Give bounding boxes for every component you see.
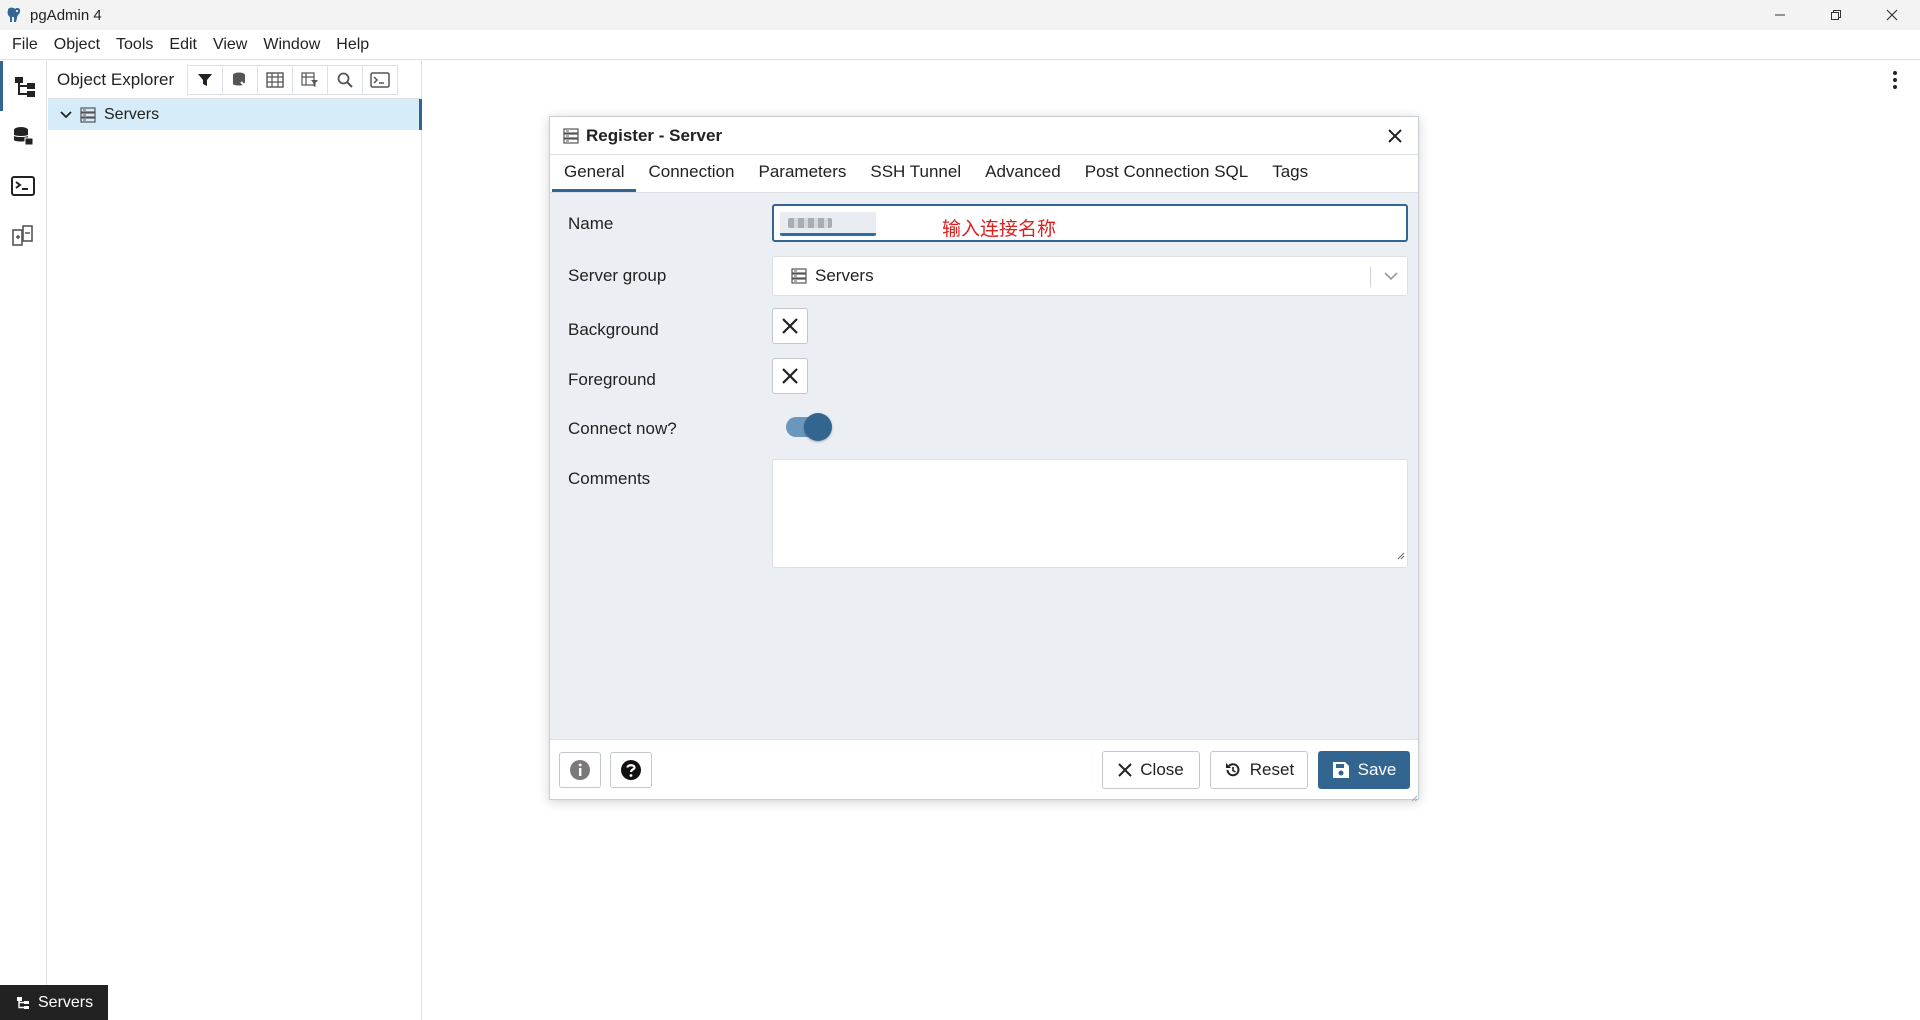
dialog-footer: Close Reset Save bbox=[550, 739, 1418, 799]
close-icon bbox=[1118, 763, 1132, 777]
title-bar: pgAdmin 4 bbox=[0, 0, 1920, 30]
filtered-rows-button[interactable] bbox=[292, 64, 329, 95]
close-button[interactable]: Close bbox=[1102, 751, 1200, 789]
save-button[interactable]: Save bbox=[1318, 751, 1410, 789]
tree-hierarchy-icon bbox=[17, 996, 29, 1009]
server-group-icon bbox=[791, 268, 807, 284]
tree-node-servers[interactable]: Servers bbox=[48, 99, 422, 130]
tab-parameters[interactable]: Parameters bbox=[747, 155, 859, 192]
object-explorer-title: Object Explorer bbox=[57, 69, 175, 89]
menu-bar: File Object Tools Edit View Window Help bbox=[0, 30, 1920, 60]
reset-button[interactable]: Reset bbox=[1210, 751, 1308, 789]
servers-status-tab[interactable]: Servers bbox=[0, 985, 108, 1020]
elephant-logo-icon bbox=[4, 5, 24, 25]
close-icon[interactable] bbox=[1384, 125, 1406, 147]
table-icon bbox=[266, 71, 284, 88]
server-group-icon bbox=[80, 106, 98, 123]
query-tool[interactable] bbox=[0, 111, 46, 161]
background-color-picker[interactable] bbox=[772, 308, 808, 344]
tab-ssh-tunnel[interactable]: SSH Tunnel bbox=[858, 155, 973, 192]
close-button-label: Close bbox=[1140, 760, 1184, 779]
tree-hierarchy-icon bbox=[14, 77, 35, 97]
menu-edit[interactable]: Edit bbox=[165, 36, 201, 54]
name-field[interactable]: 输入连接名称 bbox=[772, 204, 1408, 242]
database-query-icon bbox=[233, 72, 248, 89]
foreground-label: Foreground bbox=[568, 370, 656, 389]
activity-bar bbox=[0, 61, 47, 1020]
filter-icon bbox=[198, 73, 213, 86]
connect-now-toggle[interactable] bbox=[786, 413, 832, 441]
save-button-label: Save bbox=[1357, 760, 1397, 779]
search-icon bbox=[337, 72, 353, 88]
filter-button[interactable] bbox=[187, 64, 224, 95]
terminal-icon bbox=[370, 71, 390, 88]
menu-window[interactable]: Window bbox=[259, 36, 324, 54]
register-server-dialog: Register - Server General Connection Par… bbox=[549, 116, 1419, 802]
dialog-tabs: General Connection Parameters SSH Tunnel… bbox=[550, 155, 1418, 193]
server-group-label: Server group bbox=[568, 266, 667, 285]
connect-now-label: Connect now? bbox=[568, 419, 677, 438]
foreground-color-picker[interactable] bbox=[772, 358, 808, 394]
clear-color-icon bbox=[782, 318, 798, 334]
menu-view[interactable]: View bbox=[209, 36, 251, 54]
window-close-button[interactable] bbox=[1864, 0, 1920, 30]
info-button[interactable] bbox=[559, 752, 601, 788]
tab-general[interactable]: General bbox=[552, 155, 637, 192]
reset-button-label: Reset bbox=[1249, 760, 1295, 779]
more-options-icon[interactable] bbox=[1890, 70, 1900, 90]
menu-help[interactable]: Help bbox=[332, 36, 373, 54]
comments-label: Comments bbox=[568, 469, 651, 488]
reset-icon bbox=[1225, 763, 1240, 777]
dialog-resize-handle[interactable] bbox=[1408, 789, 1418, 802]
psql-button[interactable] bbox=[362, 64, 399, 95]
database-icon bbox=[13, 127, 34, 146]
psql-tool[interactable] bbox=[0, 161, 46, 211]
help-button[interactable] bbox=[610, 752, 652, 788]
resize-grip-icon[interactable] bbox=[1395, 547, 1405, 565]
query-tool-button[interactable] bbox=[222, 64, 259, 95]
minimize-button[interactable] bbox=[1752, 0, 1808, 30]
tab-tags[interactable]: Tags bbox=[1260, 155, 1320, 192]
search-objects-button[interactable] bbox=[327, 64, 364, 95]
terminal-icon bbox=[11, 176, 35, 196]
tab-post-connection-sql[interactable]: Post Connection SQL bbox=[1073, 155, 1260, 192]
name-annotation: 输入连接名称 bbox=[942, 218, 1057, 240]
name-label: Name bbox=[568, 214, 614, 233]
restore-button[interactable] bbox=[1808, 0, 1864, 30]
background-label: Background bbox=[568, 320, 659, 339]
menu-tools[interactable]: Tools bbox=[112, 36, 157, 54]
object-explorer-panel: Object Explorer Servers bbox=[48, 61, 422, 1020]
view-data-button[interactable] bbox=[257, 64, 294, 95]
status-tab-label: Servers bbox=[38, 993, 94, 1011]
dialog-title: Register - Server bbox=[586, 125, 723, 145]
schema-diff-tool[interactable] bbox=[0, 211, 46, 261]
chevron-down-icon[interactable] bbox=[1383, 268, 1399, 284]
window-title: pgAdmin 4 bbox=[30, 6, 102, 24]
info-icon bbox=[570, 760, 590, 780]
redacted-name-value bbox=[780, 212, 876, 236]
dialog-header[interactable]: Register - Server bbox=[550, 117, 1418, 155]
help-icon bbox=[621, 760, 641, 780]
tree-node-label: Servers bbox=[104, 105, 160, 123]
server-group-select[interactable]: Servers bbox=[772, 256, 1408, 296]
comments-textarea[interactable] bbox=[772, 459, 1408, 568]
chevron-down-icon[interactable] bbox=[58, 110, 74, 119]
save-icon bbox=[1332, 762, 1349, 778]
menu-file[interactable]: File bbox=[8, 36, 42, 54]
server-group-icon bbox=[563, 127, 579, 144]
menu-object[interactable]: Object bbox=[50, 36, 104, 54]
object-explorer-tool[interactable] bbox=[0, 61, 46, 111]
table-filter-icon bbox=[301, 71, 319, 87]
tab-advanced[interactable]: Advanced bbox=[973, 155, 1073, 192]
schema-diff-icon bbox=[12, 225, 33, 246]
clear-color-icon bbox=[782, 368, 798, 384]
tab-connection[interactable]: Connection bbox=[636, 155, 746, 192]
server-group-value: Servers bbox=[815, 266, 874, 285]
